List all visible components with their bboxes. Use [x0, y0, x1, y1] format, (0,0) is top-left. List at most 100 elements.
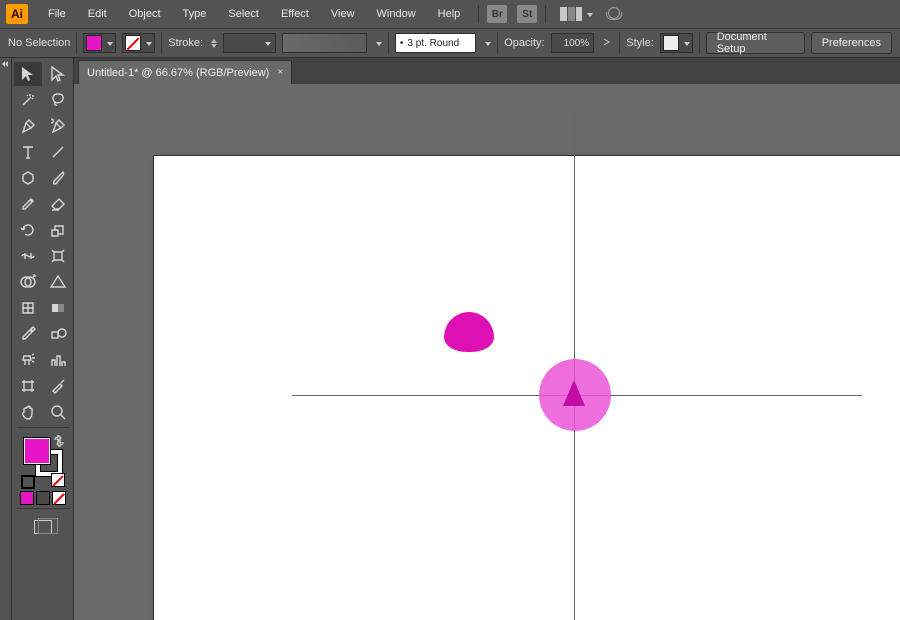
toolbox	[12, 58, 74, 620]
color-mode-row	[20, 491, 66, 505]
type-tool[interactable]	[14, 140, 42, 164]
document-tab-title: Untitled-1* @ 66.67% (RGB/Preview)	[87, 67, 269, 79]
artboard-tool[interactable]	[14, 374, 42, 398]
document-tab[interactable]: Untitled-1* @ 66.67% (RGB/Preview) ×	[78, 60, 292, 84]
separator	[17, 427, 69, 428]
color-mode-none-icon[interactable]	[52, 491, 66, 505]
stroke-swatch[interactable]	[122, 33, 155, 53]
menubar: Ai File Edit Object Type Select Effect V…	[0, 0, 900, 28]
menu-effect[interactable]: Effect	[271, 4, 319, 24]
zoom-tool[interactable]	[44, 400, 72, 424]
eyedropper-tool[interactable]	[14, 322, 42, 346]
fill-swatch[interactable]	[83, 33, 116, 53]
app-logo: Ai	[6, 4, 28, 24]
opacity-flyout[interactable]	[600, 37, 613, 49]
menu-help[interactable]: Help	[428, 4, 471, 24]
separator	[545, 5, 546, 23]
pencil-tool[interactable]	[14, 192, 42, 216]
stroke-weight-stepper[interactable]	[211, 39, 217, 48]
menu-file[interactable]: File	[38, 4, 76, 24]
graphic-style[interactable]	[660, 33, 693, 53]
screen-mode-row	[34, 520, 52, 534]
selection-status: No Selection	[8, 37, 70, 49]
shape-builder-tool[interactable]	[14, 270, 42, 294]
sync-settings-icon[interactable]	[605, 7, 625, 21]
chevron-down-icon	[146, 42, 152, 46]
gradient-tool[interactable]	[44, 296, 72, 320]
artboard	[154, 156, 900, 620]
main-region: Untitled-1* @ 66.67% (RGB/Preview) ×	[0, 58, 900, 620]
chevron-down-icon	[265, 42, 271, 46]
menu-select[interactable]: Select	[218, 4, 269, 24]
hand-tool[interactable]	[14, 400, 42, 424]
menu-type[interactable]: Type	[173, 4, 217, 24]
width-tool[interactable]	[14, 244, 42, 268]
swap-fill-stroke-icon[interactable]	[53, 435, 65, 447]
free-transform-tool[interactable]	[44, 244, 72, 268]
paintbrush-tool[interactable]	[44, 166, 72, 190]
separator	[76, 32, 77, 54]
curvature-tool[interactable]	[44, 114, 72, 138]
opacity-field[interactable]: 100%	[551, 33, 595, 53]
color-mode-gradient-icon[interactable]	[36, 491, 50, 505]
none-icon[interactable]	[51, 473, 65, 487]
menu-edit[interactable]: Edit	[78, 4, 117, 24]
brush-label: 3 pt. Round	[407, 38, 471, 49]
screen-mode-icon[interactable]	[34, 520, 52, 534]
symbol-sprayer-tool[interactable]	[14, 348, 42, 372]
rotate-tool[interactable]	[14, 218, 42, 242]
preferences-button[interactable]: Preferences	[811, 32, 892, 54]
arrange-documents-icon[interactable]	[560, 7, 582, 21]
chevron-down-icon[interactable]	[376, 42, 382, 46]
chevron-down-icon	[107, 42, 113, 46]
mesh-tool[interactable]	[14, 296, 42, 320]
document-setup-button[interactable]: Document Setup	[706, 32, 805, 54]
menu-object[interactable]: Object	[119, 4, 171, 24]
bullet-icon: •	[400, 38, 404, 49]
menu-view[interactable]: View	[321, 4, 365, 24]
bridge-badge-icon[interactable]: Br	[487, 5, 507, 23]
chevron-down-icon[interactable]	[587, 13, 593, 17]
line-segment-tool[interactable]	[44, 140, 72, 164]
separator	[497, 32, 498, 54]
variable-width-profile[interactable]	[282, 33, 367, 53]
stroke-weight-field[interactable]	[223, 33, 276, 53]
eraser-tool[interactable]	[44, 192, 72, 216]
menu-window[interactable]: Window	[367, 4, 426, 24]
column-graph-tool[interactable]	[44, 348, 72, 372]
document-area: Untitled-1* @ 66.67% (RGB/Preview) ×	[74, 58, 900, 620]
blend-tool[interactable]	[44, 322, 72, 346]
lasso-tool[interactable]	[44, 88, 72, 112]
selection-tool[interactable]	[14, 62, 42, 86]
pen-tool[interactable]	[14, 114, 42, 138]
slice-tool[interactable]	[44, 374, 72, 398]
direct-selection-tool[interactable]	[44, 62, 72, 86]
panel-collapse-strip[interactable]	[0, 58, 12, 620]
brush-definition[interactable]: • 3 pt. Round	[395, 33, 476, 53]
document-tabbar: Untitled-1* @ 66.67% (RGB/Preview) ×	[74, 58, 900, 84]
canvas[interactable]	[74, 84, 900, 620]
fill-proxy-icon[interactable]	[23, 437, 51, 465]
options-bar: No Selection Stroke: • 3 pt. Round Opaci…	[0, 28, 900, 58]
stock-badge-icon[interactable]: St	[517, 5, 537, 23]
stroke-label: Stroke:	[168, 37, 203, 49]
shape-tool[interactable]	[14, 166, 42, 190]
scale-tool[interactable]	[44, 218, 72, 242]
default-fill-stroke-icon[interactable]	[21, 475, 33, 487]
chevron-down-icon[interactable]	[485, 42, 491, 46]
brush-cursor-arrow-icon	[563, 380, 585, 406]
no-stroke-icon	[125, 35, 141, 51]
chevron-right-icon	[603, 38, 611, 46]
chevron-down-icon	[684, 42, 690, 46]
separator	[161, 32, 162, 54]
separator	[699, 32, 700, 54]
magic-wand-tool[interactable]	[14, 88, 42, 112]
fill-color-icon	[86, 35, 102, 51]
perspective-grid-tool[interactable]	[44, 270, 72, 294]
separator	[478, 5, 479, 23]
separator	[17, 508, 69, 509]
fill-stroke-proxy[interactable]	[23, 437, 63, 477]
close-tab-icon[interactable]: ×	[277, 67, 283, 78]
color-mode-color-icon[interactable]	[20, 491, 34, 505]
style-icon	[663, 35, 679, 51]
